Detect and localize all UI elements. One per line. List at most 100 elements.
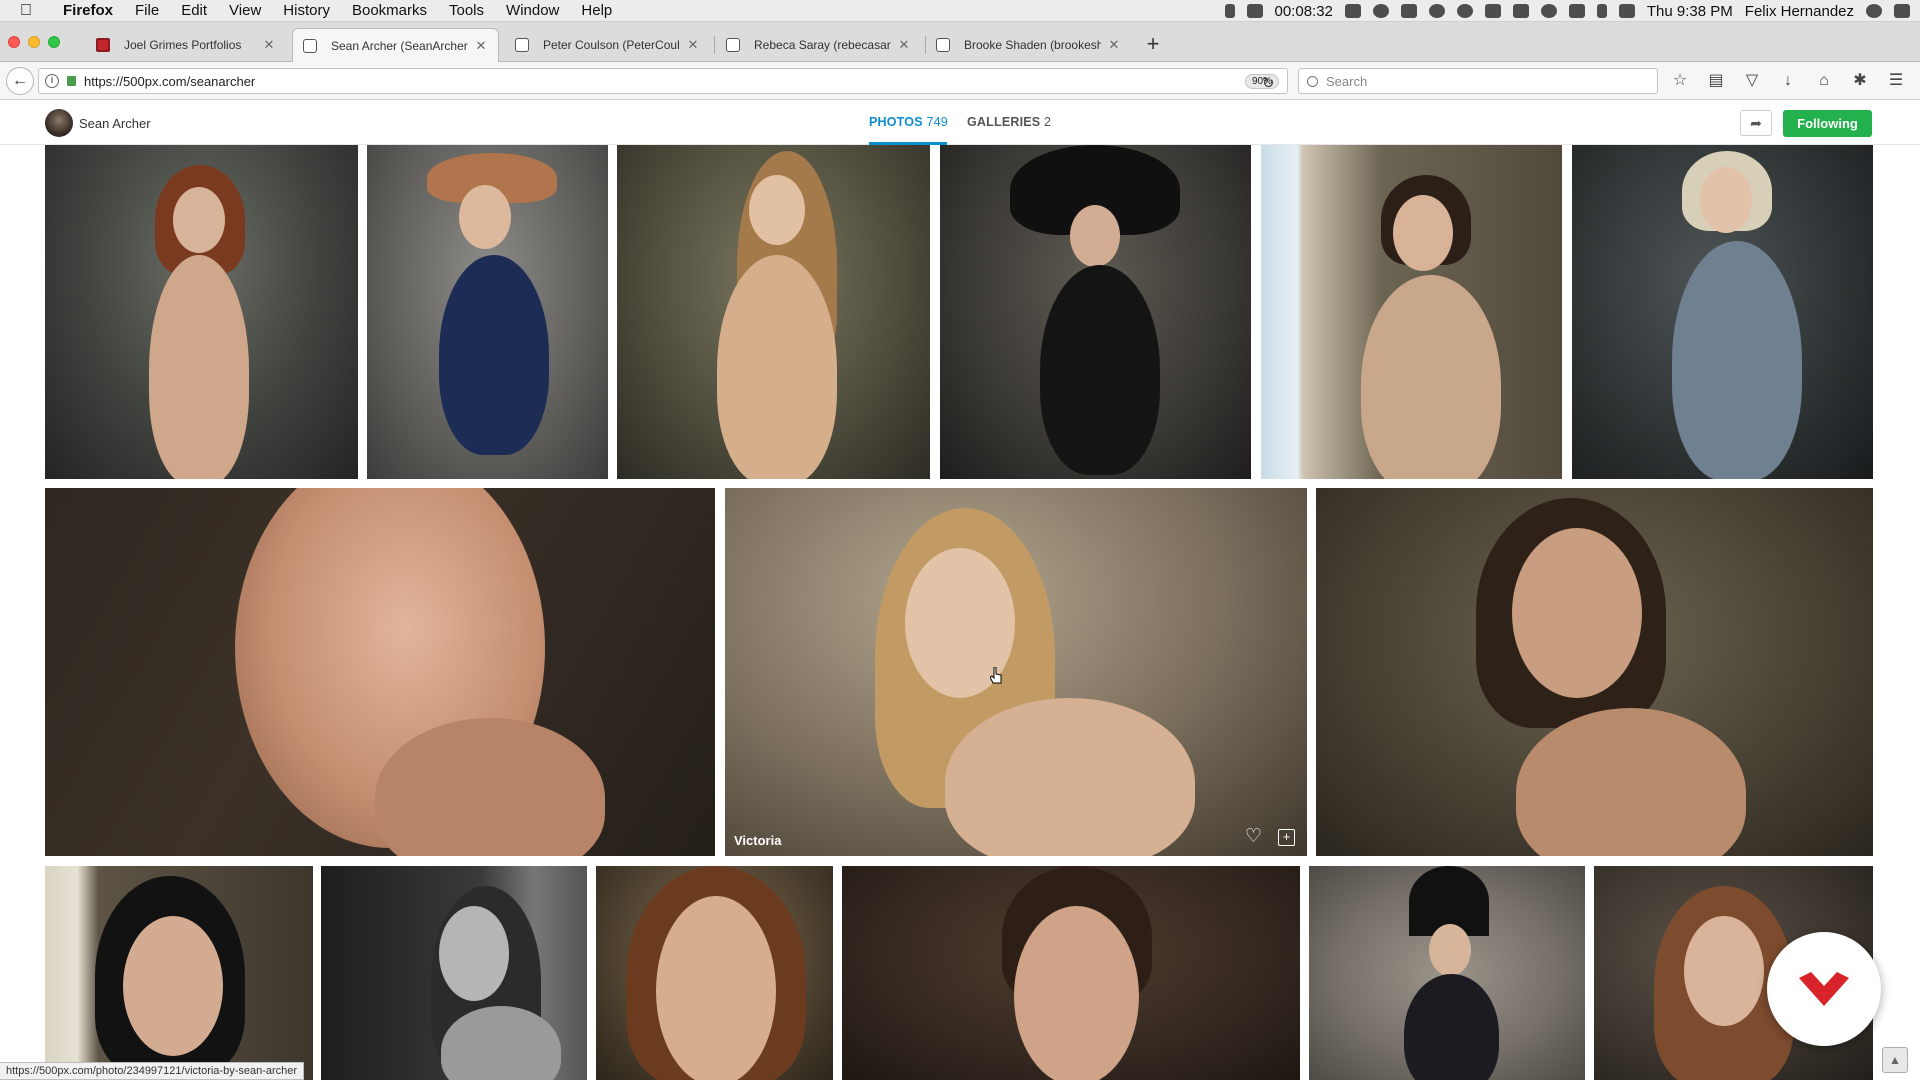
photo-title[interactable]: Victoria (734, 833, 781, 848)
photo-shape (1672, 241, 1802, 479)
photo-tile[interactable] (1309, 866, 1585, 1080)
menu-bookmarks[interactable]: Bookmarks (341, 0, 438, 22)
sync-icon[interactable] (1400, 4, 1417, 18)
heart-like-icon[interactable]: ♡ (1245, 827, 1265, 846)
spotlight-search-icon[interactable] (1866, 4, 1882, 18)
downloads-icon[interactable]: ↓ (1778, 71, 1798, 91)
photo-tile[interactable] (45, 145, 358, 479)
wifi-icon[interactable] (1512, 4, 1529, 18)
photo-shape (459, 185, 511, 249)
photo-tile[interactable] (617, 145, 930, 479)
tab-joel-grimes[interactable]: Joel Grimes Portfolios ✕ (86, 28, 286, 62)
menubar-clock[interactable]: Thu 9:38 PM (1647, 3, 1733, 20)
tab-brooke-shaden[interactable]: Brooke Shaden (brookeshade ✕ (926, 28, 1131, 62)
photo-tile[interactable] (940, 145, 1251, 479)
time-machine-icon[interactable] (1540, 4, 1557, 18)
avatar[interactable] (45, 109, 73, 137)
500px-icon (303, 39, 317, 53)
photo-shape (439, 255, 549, 455)
tab-close-icon[interactable]: ✕ (474, 38, 488, 54)
app-status-icon-2[interactable] (1456, 4, 1473, 18)
menu-tools[interactable]: Tools (438, 0, 495, 22)
tab-photos[interactable]: PHOTOS 749 (869, 115, 948, 129)
menu-file[interactable]: File (124, 0, 170, 22)
search-placeholder: Search (1326, 73, 1368, 89)
pocket-icon[interactable]: ▽ (1742, 71, 1762, 91)
tab-close-icon[interactable]: ✕ (1107, 37, 1121, 53)
window-minimize-button[interactable] (28, 36, 40, 48)
url-text[interactable]: https://500px.com/seanarcher (84, 74, 1245, 89)
reload-icon[interactable]: ↻ (1262, 74, 1275, 92)
500px-logo-icon (1799, 972, 1849, 1006)
menubar-user[interactable]: Felix Hernandez (1745, 3, 1854, 20)
menu-app-firefox[interactable]: Firefox (52, 0, 124, 22)
photo-shape (1700, 167, 1752, 233)
home-icon[interactable]: ⌂ (1814, 71, 1834, 91)
search-input[interactable]: Search (1298, 68, 1658, 94)
floating-500px-button[interactable] (1767, 932, 1881, 1046)
window-zoom-button[interactable] (48, 36, 60, 48)
photo-shape (717, 255, 837, 479)
profile-name[interactable]: Sean Archer (79, 116, 151, 131)
tab-rebeca-saray[interactable]: Rebeca Saray (rebecasaray) ✕ (716, 28, 921, 62)
photo-shape (1429, 924, 1471, 976)
menu-edit[interactable]: Edit (170, 0, 218, 22)
hamburger-menu-icon[interactable]: ☰ (1886, 71, 1906, 91)
photo-shape (749, 175, 805, 245)
tab-peter-coulson[interactable]: Peter Coulson (PeterCoulson) ✕ (505, 28, 710, 62)
site-info-icon[interactable]: i (45, 74, 59, 88)
airplay-icon[interactable] (1484, 4, 1501, 18)
photo-shape (439, 906, 509, 1001)
apple-menu-icon[interactable]:  (0, 2, 52, 20)
photo-tile[interactable] (45, 488, 715, 856)
extension-icon[interactable]: ✱ (1850, 71, 1870, 91)
dropbox-icon[interactable] (1344, 4, 1361, 18)
menubar-status-area: 00:08:32 Thu 9:38 PM Felix Hernandez (1224, 0, 1910, 22)
tab-galleries-label: GALLERIES (967, 115, 1041, 129)
lock-icon[interactable] (67, 76, 76, 86)
notification-center-icon[interactable] (1894, 4, 1910, 18)
creative-cloud-icon[interactable] (1372, 4, 1389, 18)
tab-sean-archer[interactable]: Sean Archer (SeanArcher) Ph ✕ (292, 28, 499, 63)
volume-icon[interactable] (1568, 4, 1585, 18)
following-button[interactable]: Following (1783, 110, 1872, 137)
tab-title: Brooke Shaden (brookeshade (964, 38, 1101, 52)
add-to-gallery-icon[interactable]: + (1278, 829, 1295, 846)
photo-tile[interactable] (1316, 488, 1873, 856)
photo-tile[interactable] (1572, 145, 1873, 479)
photo-tile[interactable] (321, 866, 587, 1080)
window-close-button[interactable] (8, 36, 20, 48)
menu-window[interactable]: Window (495, 0, 570, 22)
back-button[interactable]: ← (6, 67, 34, 95)
menu-history[interactable]: History (272, 0, 341, 22)
bookmark-star-icon[interactable]: ☆ (1670, 71, 1690, 91)
photo-shape (123, 916, 223, 1056)
menu-help[interactable]: Help (570, 0, 623, 22)
share-button[interactable]: ➦ (1740, 110, 1772, 136)
menu-view[interactable]: View (218, 0, 272, 22)
new-tab-button[interactable]: + (1140, 31, 1166, 57)
pause-icon[interactable] (1224, 4, 1235, 18)
photo-shape (945, 698, 1195, 856)
photo-tile[interactable] (1261, 145, 1562, 479)
galleries-count: 2 (1044, 115, 1052, 129)
tab-close-icon[interactable]: ✕ (897, 37, 911, 53)
reading-list-icon[interactable]: ▤ (1706, 71, 1726, 91)
tab-close-icon[interactable]: ✕ (686, 37, 700, 53)
bluetooth-icon[interactable] (1596, 4, 1607, 18)
url-bar[interactable]: i https://500px.com/seanarcher 90% (38, 68, 1288, 94)
photo-tile[interactable] (596, 866, 833, 1080)
photo-shape (1404, 974, 1499, 1080)
photo-tile[interactable] (842, 866, 1300, 1080)
photo-tile[interactable] (45, 866, 313, 1080)
tab-galleries[interactable]: GALLERIES 2 (967, 115, 1051, 129)
us-flag-input-icon[interactable] (1618, 4, 1635, 18)
tab-close-icon[interactable]: ✕ (262, 37, 276, 53)
scroll-to-top-button[interactable]: ▲ (1882, 1047, 1908, 1073)
tab-title: Rebeca Saray (rebecasaray) (754, 38, 891, 52)
stop-recording-icon[interactable] (1246, 4, 1263, 18)
photo-tile-victoria[interactable]: Victoria ♡ + (725, 488, 1307, 856)
photo-tile[interactable] (367, 145, 608, 479)
tab-separator (714, 36, 715, 54)
app-status-icon[interactable] (1428, 4, 1445, 18)
